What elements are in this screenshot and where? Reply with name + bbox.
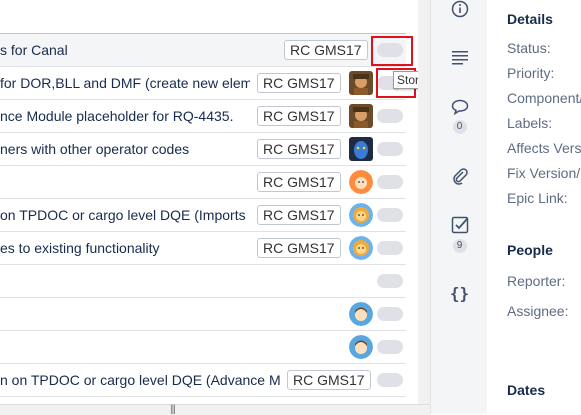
people-heading: People — [507, 242, 553, 258]
issue-row-3[interactable]: nce Module placeholder for RQ-4435. RC G… — [0, 100, 406, 133]
info-icon — [451, 0, 468, 18]
assignee-avatar[interactable] — [349, 104, 373, 128]
list-horizontal-scrollbar[interactable]: ||| — [0, 404, 430, 415]
field-status-label: Status: — [507, 40, 551, 56]
assignee-avatar[interactable] — [349, 170, 373, 194]
issue-list: s for Canal RC GMS17 for DOR,BLL and DMF… — [0, 0, 466, 414]
dates-heading: Dates — [507, 382, 546, 398]
issue-row-2[interactable]: for DOR,BLL and DMF (create new elem RC … — [0, 67, 406, 100]
person-avatar-icon — [349, 302, 373, 326]
issue-row-10[interactable] — [0, 331, 406, 364]
fix-version-badge: RC GMS17 — [257, 139, 341, 159]
description-icon — [451, 51, 468, 65]
issue-row-9[interactable] — [0, 298, 406, 331]
issue-summary[interactable]: s for Canal — [0, 34, 68, 66]
field-epic-link-label: Epic Link: — [507, 190, 568, 206]
issue-summary[interactable]: n on TPDOC or cargo level DQE (Advance M — [0, 364, 280, 396]
story-points-field[interactable] — [377, 340, 403, 354]
issue-row-11[interactable]: n on TPDOC or cargo level DQE (Advance M… — [0, 364, 406, 397]
lion-avatar-icon — [349, 236, 373, 260]
assignee-avatar[interactable] — [349, 137, 373, 161]
fix-version-badge: RC GMS17 — [257, 172, 341, 192]
issue-summary[interactable]: nce Module placeholder for RQ-4435. — [0, 100, 250, 132]
list-vertical-scrollbar[interactable] — [418, 0, 430, 404]
story-points-field[interactable] — [377, 274, 403, 288]
assignee-avatar[interactable] — [349, 71, 373, 95]
assignee-avatar[interactable] — [349, 335, 373, 359]
attachments-nav-button[interactable] — [431, 167, 488, 188]
warrior-avatar-icon — [349, 71, 373, 95]
assignee-avatar[interactable] — [349, 203, 373, 227]
assignee-avatar[interactable] — [349, 236, 373, 260]
warrior-avatar-icon — [349, 104, 373, 128]
comment-icon — [451, 99, 468, 116]
story-points-field[interactable] — [377, 43, 403, 57]
description-nav-button[interactable] — [431, 50, 488, 69]
subtasks-count: 9 — [452, 239, 467, 253]
subtasks-nav-button[interactable]: 9 — [431, 216, 488, 253]
field-priority-label: Priority: — [507, 65, 555, 81]
field-assignee-label: Assignee: — [507, 303, 569, 319]
comments-nav-button[interactable]: 0 — [431, 99, 488, 134]
issue-row-6[interactable]: on TPDOC or cargo level DQE (Imports RC … — [0, 199, 406, 232]
person-avatar-icon — [349, 335, 373, 359]
details-panel: Details Status: Priority: Component/ Lab… — [487, 0, 581, 414]
story-points-field[interactable] — [377, 241, 403, 255]
issue-row-8[interactable] — [0, 265, 406, 298]
issue-row-1[interactable]: s for Canal RC GMS17 — [0, 33, 406, 67]
issue-summary[interactable]: on TPDOC or cargo level DQE (Imports — [0, 199, 250, 231]
story-points-field[interactable] — [377, 142, 403, 156]
issue-row-7[interactable]: es to existing functionality RC GMS17 — [0, 232, 406, 265]
code-braces-icon: {} — [449, 284, 470, 303]
field-affects-version-label: Affects Vers — [507, 140, 581, 156]
issue-summary[interactable]: ners with other operator codes — [0, 133, 250, 165]
field-fix-version-label: Fix Version/ — [507, 165, 581, 181]
assignee-avatar[interactable] — [349, 302, 373, 326]
fix-version-badge: RC GMS17 — [284, 40, 368, 60]
detail-icon-rail: 0 9 {} — [430, 0, 488, 414]
lion-avatar-icon — [349, 203, 373, 227]
comments-count: 0 — [452, 120, 467, 134]
red-hair-avatar-icon — [349, 170, 373, 194]
field-component-label: Component/ — [507, 90, 581, 106]
code-nav-button[interactable]: {} — [431, 284, 488, 303]
fix-version-badge: RC GMS17 — [287, 370, 371, 390]
fix-version-badge: RC GMS17 — [257, 238, 341, 258]
blue-face-avatar-icon — [349, 137, 373, 161]
issue-summary[interactable]: for DOR,BLL and DMF (create new elem — [0, 67, 250, 99]
issue-summary[interactable]: es to existing functionality — [0, 232, 250, 264]
field-labels-label: Labels: — [507, 115, 553, 131]
fix-version-badge: RC GMS17 — [257, 205, 341, 225]
checklist-icon — [451, 216, 468, 234]
details-nav-button[interactable] — [431, 0, 488, 21]
story-points-field[interactable] — [377, 208, 403, 222]
list-top-strip — [0, 0, 418, 33]
fix-version-badge: RC GMS17 — [257, 106, 341, 126]
story-points-field[interactable] — [377, 109, 403, 123]
details-heading: Details — [507, 11, 553, 27]
issue-row-5[interactable]: RC GMS17 — [0, 166, 406, 199]
story-points-field[interactable] — [377, 307, 403, 321]
attachment-icon — [452, 168, 468, 185]
story-points-field[interactable] — [377, 373, 403, 387]
field-reporter-label: Reporter: — [507, 273, 566, 289]
issue-row-4[interactable]: ners with other operator codes RC GMS17 — [0, 133, 406, 166]
fix-version-badge: RC GMS17 — [257, 73, 341, 93]
story-points-field[interactable] — [377, 175, 403, 189]
